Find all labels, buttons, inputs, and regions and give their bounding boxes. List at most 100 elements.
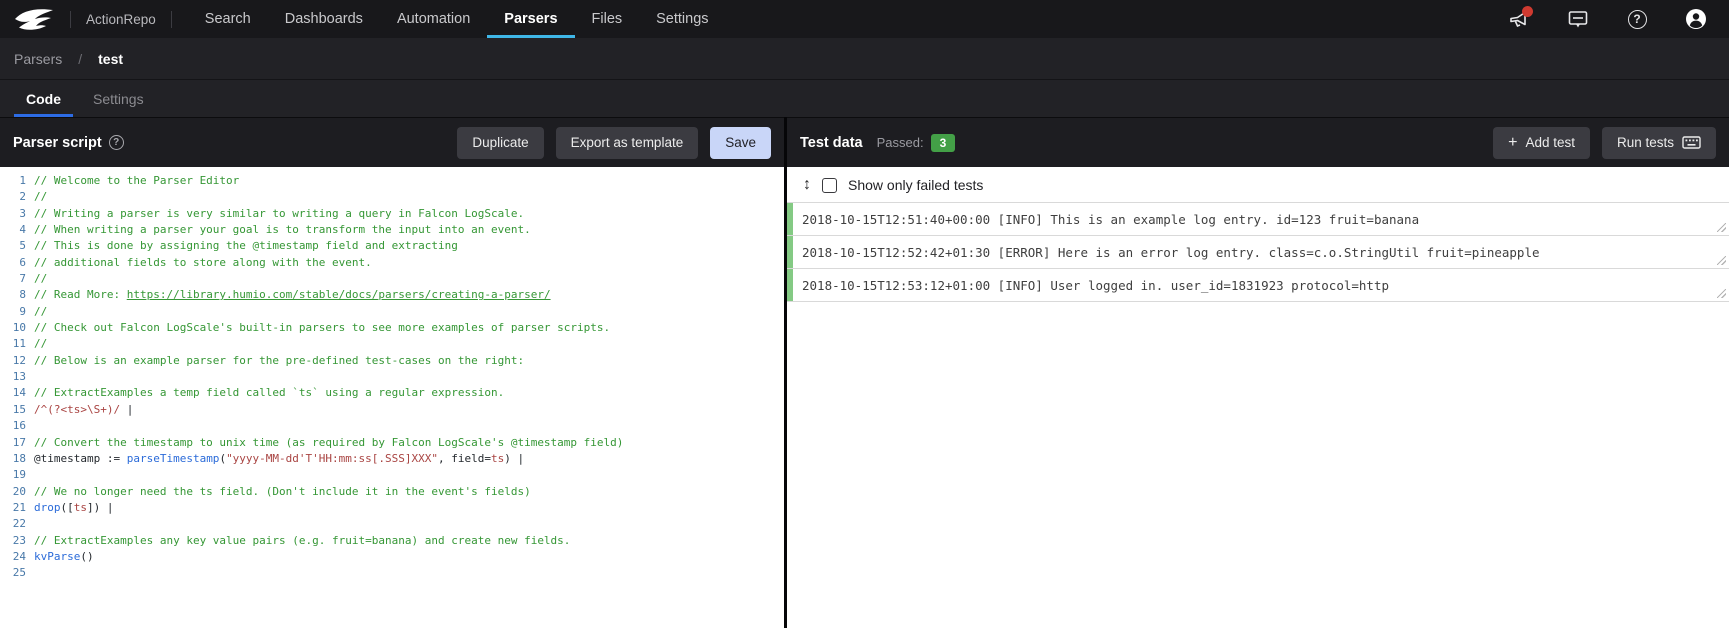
code-line[interactable]: 8// Read More: https://library.humio.com…	[0, 287, 784, 303]
resize-grip-icon[interactable]	[1717, 223, 1726, 232]
code-line[interactable]: 21 drop([ts]) |	[0, 500, 784, 516]
parser-script-help-icon[interactable]: ?	[109, 135, 124, 150]
nav-item-settings[interactable]: Settings	[639, 0, 725, 38]
code-line[interactable]: 20// We no longer need the ts field. (Do…	[0, 484, 784, 500]
code-text: // additional fields to store along with…	[34, 255, 372, 271]
notifications-megaphone-icon[interactable]	[1508, 8, 1530, 30]
code-line[interactable]: 19	[0, 467, 784, 483]
notification-dot	[1522, 6, 1533, 17]
keyboard-icon	[1682, 136, 1701, 149]
code-line[interactable]: 13	[0, 369, 784, 385]
test-content: ↕ Show only failed tests 2018-10-15T12:5…	[787, 167, 1729, 628]
code-text: drop([ts]) |	[34, 500, 114, 516]
add-test-label: Add test	[1525, 135, 1575, 150]
line-number: 3	[0, 206, 26, 222]
duplicate-button[interactable]: Duplicate	[457, 127, 543, 159]
tab-code[interactable]: Code	[14, 80, 73, 117]
code-line[interactable]: 10// Check out Falcon LogScale's built-i…	[0, 320, 784, 336]
reorder-tests-icon[interactable]: ↕	[803, 177, 811, 193]
code-line[interactable]: 15/^(?<ts>\S+)/ |	[0, 402, 784, 418]
show-failed-label[interactable]: Show only failed tests	[848, 177, 983, 193]
parser-script-label: Parser script	[13, 135, 102, 151]
code-line[interactable]: 25	[0, 565, 784, 581]
test-list: 2018-10-15T12:51:40+00:00 [INFO] This is…	[787, 202, 1729, 302]
code-line[interactable]: 4// When writing a parser your goal is t…	[0, 222, 784, 238]
show-failed-checkbox[interactable]	[822, 178, 837, 193]
line-number: 6	[0, 255, 26, 271]
help-icon[interactable]: ?	[1626, 8, 1648, 30]
code-text: // We no longer need the ts field. (Don'…	[34, 484, 531, 500]
line-number: 14	[0, 385, 26, 401]
breadcrumb-separator: /	[78, 51, 82, 67]
code-text: // Writing a parser is very similar to w…	[34, 206, 524, 222]
code-line[interactable]: 6 // additional fields to store along wit…	[0, 255, 784, 271]
line-number: 9	[0, 304, 26, 320]
crowdstrike-falcon-logo[interactable]	[0, 0, 70, 38]
code-line[interactable]: 11//	[0, 336, 784, 352]
parser-script-title: Parser script ?	[13, 135, 124, 151]
test-data-pane: Test data Passed: 3 + Add test Run tests	[787, 117, 1729, 628]
code-text: // This is done by assigning the @timest…	[34, 238, 458, 254]
code-line[interactable]: 2//	[0, 189, 784, 205]
code-line[interactable]: 18@timestamp := parseTimestamp("yyyy-MM-…	[0, 451, 784, 467]
code-line[interactable]: 12// Below is an example parser for the …	[0, 353, 784, 369]
export-as-template-button[interactable]: Export as template	[556, 127, 699, 159]
test-filter-row: ↕ Show only failed tests	[787, 167, 1729, 202]
code-text: kvParse()	[34, 549, 94, 565]
code-line[interactable]: 9//	[0, 304, 784, 320]
test-case-row[interactable]: 2018-10-15T12:51:40+00:00 [INFO] This is…	[787, 203, 1729, 236]
line-number: 16	[0, 418, 26, 434]
top-nav-bar: ActionRepo SearchDashboardsAutomationPar…	[0, 0, 1729, 38]
code-line[interactable]: 5// This is done by assigning the @times…	[0, 238, 784, 254]
editor-toolbar: Parser script ? Duplicate Export as temp…	[0, 117, 784, 167]
code-text: // Read More: https://library.humio.com/…	[34, 287, 551, 303]
primary-nav: SearchDashboardsAutomationParsersFilesSe…	[188, 0, 726, 38]
code-text: //	[34, 271, 47, 287]
nav-item-files[interactable]: Files	[575, 0, 640, 38]
test-input-text[interactable]: 2018-10-15T12:51:40+00:00 [INFO] This is…	[793, 203, 1419, 235]
test-input-text[interactable]: 2018-10-15T12:53:12+01:00 [INFO] User lo…	[793, 269, 1389, 301]
code-line[interactable]: 3 // Writing a parser is very similar to …	[0, 206, 784, 222]
nav-item-search[interactable]: Search	[188, 0, 268, 38]
repo-name[interactable]: ActionRepo	[71, 0, 171, 38]
code-text: // ExtractExamples a temp field called `…	[34, 385, 504, 401]
code-text: // Below is an example parser for the pr…	[34, 353, 524, 369]
nav-item-automation[interactable]: Automation	[380, 0, 487, 38]
line-number: 4	[0, 222, 26, 238]
code-line[interactable]: 22	[0, 516, 784, 532]
user-avatar-icon[interactable]	[1685, 8, 1707, 30]
test-input-text[interactable]: 2018-10-15T12:52:42+01:30 [ERROR] Here i…	[793, 236, 1540, 268]
code-line[interactable]: 24kvParse()	[0, 549, 784, 565]
breadcrumb-parsers-link[interactable]: Parsers	[14, 51, 62, 67]
code-line[interactable]: 17// Convert the timestamp to unix time …	[0, 435, 784, 451]
run-tests-button[interactable]: Run tests	[1602, 127, 1716, 159]
code-editor[interactable]: 1// Welcome to the Parser Editor2//3 // W…	[0, 167, 784, 628]
tab-settings[interactable]: Settings	[81, 80, 156, 117]
breadcrumb-current-parser: test	[98, 51, 123, 67]
workspace: Parser script ? Duplicate Export as temp…	[0, 117, 1729, 628]
feedback-chat-icon[interactable]	[1567, 8, 1589, 30]
test-case-row[interactable]: 2018-10-15T12:53:12+01:00 [INFO] User lo…	[787, 269, 1729, 302]
line-number: 21	[0, 500, 26, 516]
save-button[interactable]: Save	[710, 127, 771, 159]
nav-divider	[171, 11, 172, 28]
resize-grip-icon[interactable]	[1717, 256, 1726, 265]
code-line[interactable]: 23// ExtractExamples any key value pairs…	[0, 533, 784, 549]
code-line[interactable]: 1// Welcome to the Parser Editor	[0, 173, 784, 189]
plus-icon: +	[1508, 135, 1517, 151]
code-line[interactable]: 16	[0, 418, 784, 434]
test-data-title: Test data	[800, 135, 863, 151]
nav-item-dashboards[interactable]: Dashboards	[268, 0, 380, 38]
test-toolbar: Test data Passed: 3 + Add test Run tests	[787, 117, 1729, 167]
resize-grip-icon[interactable]	[1717, 289, 1726, 298]
run-tests-label: Run tests	[1617, 135, 1674, 150]
add-test-button[interactable]: + Add test	[1493, 127, 1590, 159]
falcon-icon	[14, 6, 56, 32]
test-case-row[interactable]: 2018-10-15T12:52:42+01:30 [ERROR] Here i…	[787, 236, 1729, 269]
line-number: 25	[0, 565, 26, 581]
code-line[interactable]: 7//	[0, 271, 784, 287]
nav-item-parsers[interactable]: Parsers	[487, 0, 574, 38]
code-text: // Check out Falcon LogScale's built-in …	[34, 320, 610, 336]
chat-icon	[1568, 10, 1588, 29]
code-line[interactable]: 14 // ExtractExamples a temp field called…	[0, 385, 784, 401]
